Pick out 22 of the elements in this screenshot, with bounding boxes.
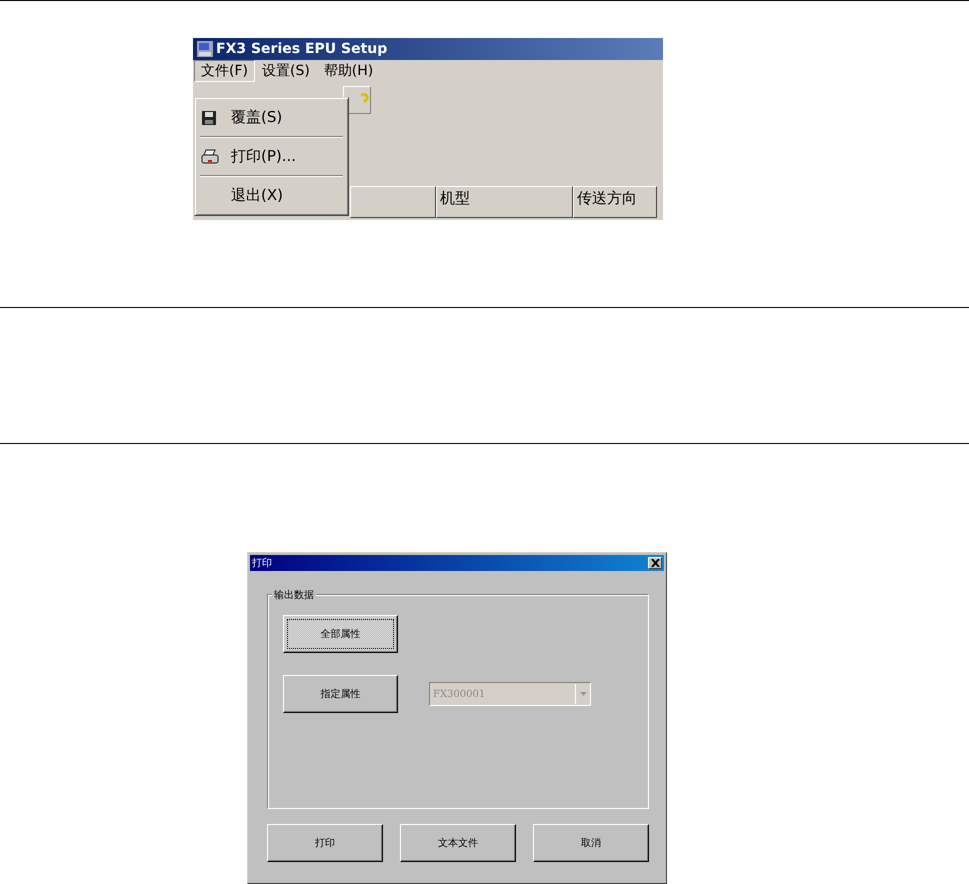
- printer-icon: [201, 148, 219, 164]
- menu-item[interactable]: 设置(S): [254, 60, 317, 82]
- column-header[interactable]: 机型: [436, 186, 573, 218]
- option-button[interactable]: 全部属性: [283, 615, 398, 653]
- menu-item[interactable]: 打印(P)...: [197, 140, 346, 173]
- computer-icon: [196, 40, 214, 58]
- column-header[interactable]: [350, 186, 436, 218]
- menu-item[interactable]: 文件(F): [194, 60, 255, 82]
- dialog-button[interactable]: 取消: [533, 824, 649, 862]
- menu-item[interactable]: 帮助(H): [316, 60, 380, 82]
- menu-item[interactable]: 退出(X): [197, 179, 346, 212]
- dialog-button[interactable]: 打印: [267, 824, 383, 862]
- option-button[interactable]: 指定属性: [283, 675, 398, 713]
- menu-item[interactable]: 覆盖(S): [197, 101, 346, 134]
- group-label: 输出数据: [272, 588, 316, 602]
- column-header[interactable]: 传送方向: [573, 186, 657, 218]
- dialog-title: 打印: [252, 556, 272, 570]
- close-icon: [650, 559, 660, 567]
- close-button[interactable]: [648, 557, 662, 569]
- dialog-button[interactable]: 文本文件: [400, 824, 516, 862]
- window-title: FX3 Series EPU Setup: [216, 41, 388, 57]
- dropdown-arrow-icon: [580, 692, 586, 696]
